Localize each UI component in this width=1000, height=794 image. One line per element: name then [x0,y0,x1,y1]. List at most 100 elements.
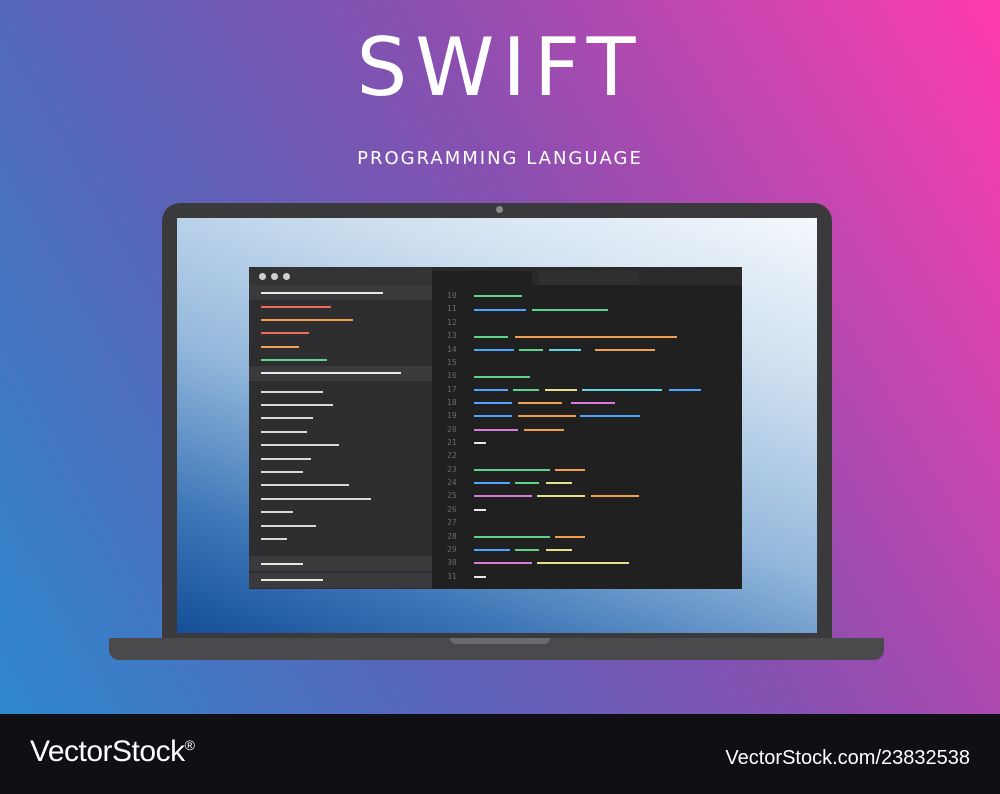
sidebar-item[interactable] [261,525,316,527]
code-token [513,389,539,391]
code-token [545,389,577,391]
line-number: 11 [447,304,457,313]
line-number: 21 [447,438,457,447]
sidebar-item[interactable] [261,391,323,393]
code-token [591,495,639,497]
code-token [537,495,585,497]
code-token [474,336,508,338]
file-sidebar [249,285,432,589]
code-token [518,402,562,404]
code-token [474,509,486,511]
sidebar-item[interactable] [261,404,333,406]
code-token [518,415,576,417]
code-token [474,295,522,297]
sidebar-item[interactable] [261,538,287,540]
code-token [669,389,701,391]
code-token [515,549,539,551]
page-title: SWIFT [356,21,644,114]
code-token [519,349,543,351]
line-number: 24 [447,478,457,487]
window-dot-icon[interactable] [283,273,290,280]
line-number: 20 [447,425,457,434]
sidebar-item[interactable] [261,306,331,308]
sidebar-header-text [261,563,303,565]
registered-mark: ® [184,737,195,753]
tab-inactive[interactable] [539,271,639,285]
line-number: 30 [447,558,457,567]
sidebar-header-text [261,292,383,294]
code-token [532,309,608,311]
sidebar-item[interactable] [261,431,307,433]
code-token [474,562,532,564]
code-pane[interactable] [432,285,742,589]
sidebar-header-text [261,372,401,374]
tab-active[interactable] [432,271,532,285]
sidebar-item[interactable] [261,417,313,419]
code-editor-window: 10 11 12 13 14 15 16 17 18 19 20 21 22 2… [249,267,742,589]
line-number: 10 [447,291,457,300]
code-token [524,429,564,431]
code-token [474,469,550,471]
code-token [546,549,572,551]
sidebar-item[interactable] [261,484,349,486]
sidebar-item[interactable] [261,458,311,460]
line-number: 26 [447,505,457,514]
code-token [580,415,640,417]
code-token [474,415,512,417]
sidebar-header-text [261,579,323,581]
sidebar-item[interactable] [261,359,327,361]
code-token [474,536,550,538]
code-token [582,389,662,391]
code-token [474,576,486,578]
sidebar-item[interactable] [261,444,339,446]
window-dot-icon[interactable] [271,273,278,280]
line-number: 22 [447,451,457,460]
code-token [474,495,532,497]
brand-logo[interactable]: VectorStock® [30,735,195,769]
sidebar-item[interactable] [261,332,309,334]
camera-icon [496,206,503,213]
code-token [474,402,512,404]
line-number: 15 [447,358,457,367]
sidebar-item[interactable] [261,346,299,348]
line-number: 31 [447,572,457,581]
code-token [515,336,677,338]
brand-name: VectorStock [30,735,185,768]
page-subtitle: PROGRAMMING LANGUAGE [357,148,643,169]
line-number: 23 [447,465,457,474]
code-token [474,376,530,378]
line-number: 13 [447,331,457,340]
code-token [537,562,629,564]
line-number: 18 [447,398,457,407]
line-number: 27 [447,518,457,527]
line-number: 19 [447,411,457,420]
line-number: 29 [447,545,457,554]
line-number: 16 [447,371,457,380]
code-token [595,349,655,351]
window-dot-icon[interactable] [259,273,266,280]
line-number: 14 [447,345,457,354]
sidebar-item[interactable] [261,471,303,473]
sidebar-item[interactable] [261,498,371,500]
line-number: 17 [447,385,457,394]
laptop-notch [450,638,550,644]
code-token [474,482,510,484]
code-token [474,309,526,311]
code-token [515,482,539,484]
code-token [474,549,510,551]
code-token [474,429,518,431]
code-token [474,389,508,391]
code-token [549,349,581,351]
code-token [555,469,585,471]
code-token [474,349,514,351]
stock-id-text: VectorStock.com/23832538 [725,747,970,769]
line-number: 25 [447,491,457,500]
sidebar-item[interactable] [261,319,353,321]
code-token [555,536,585,538]
code-token [474,442,486,444]
line-number: 28 [447,532,457,541]
code-token [546,482,572,484]
sidebar-item[interactable] [261,511,293,513]
code-token [571,402,615,404]
line-number: 12 [447,318,457,327]
